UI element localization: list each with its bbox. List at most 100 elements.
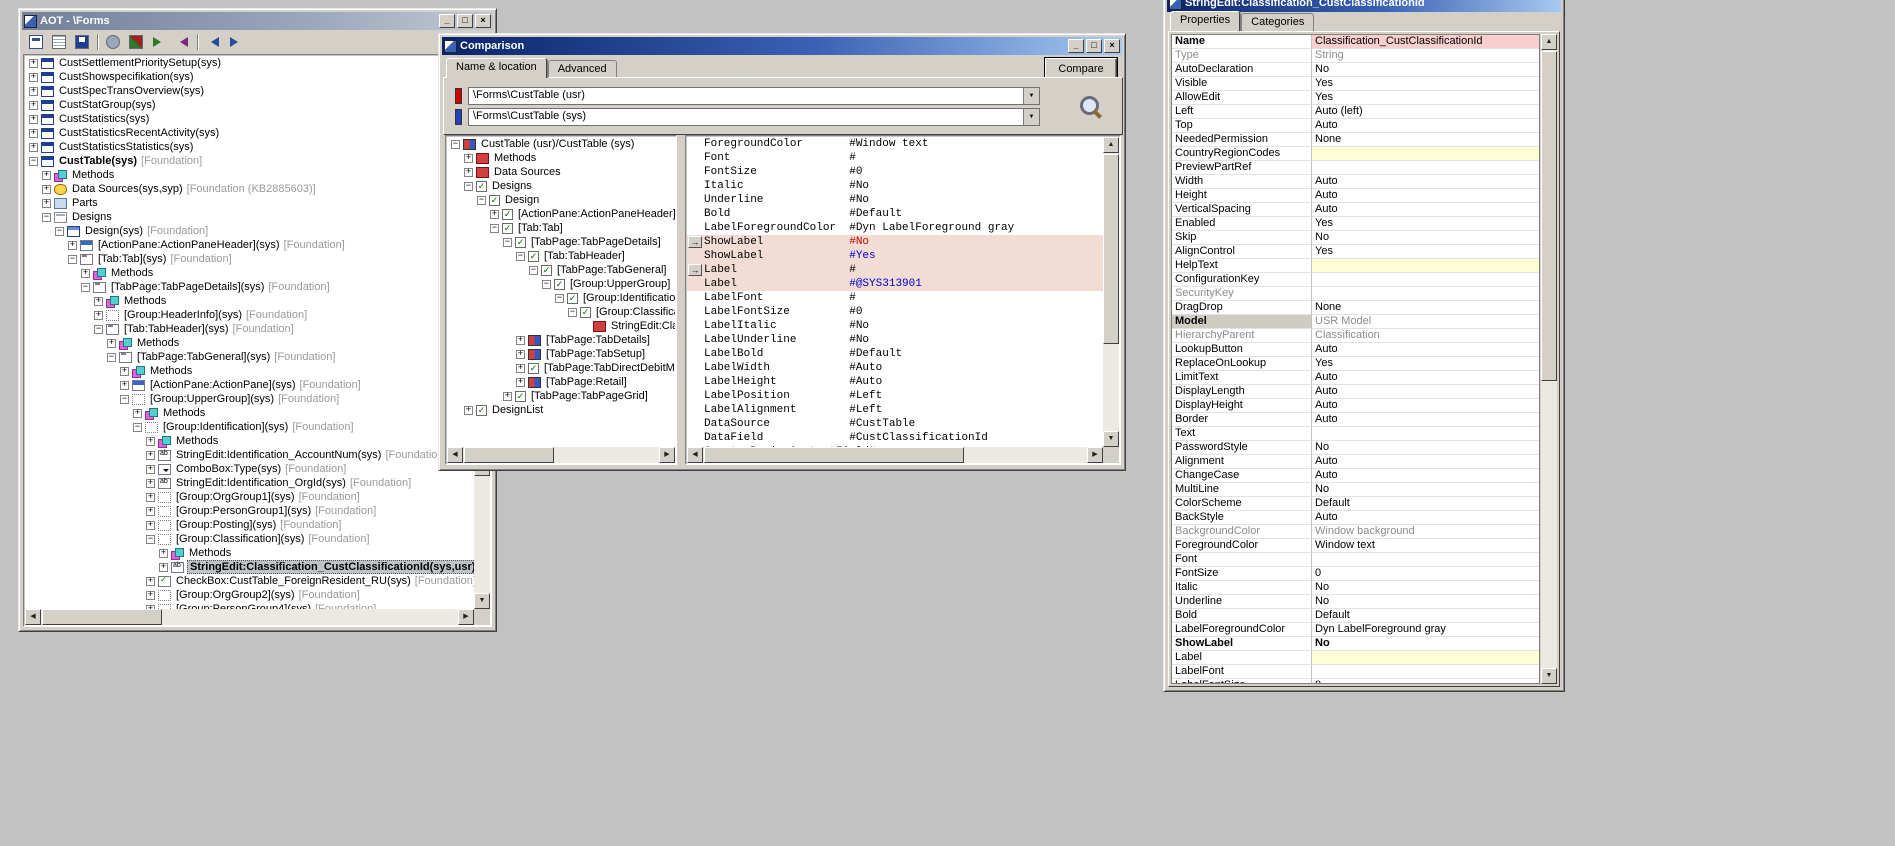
- property-row[interactable]: AlignControlYes: [1172, 245, 1539, 259]
- include-checkbox[interactable]: ✓: [541, 265, 552, 276]
- include-checkbox[interactable]: ✓: [554, 279, 565, 290]
- expander-expanded-icon[interactable]: −: [120, 395, 129, 404]
- aot-tree-row[interactable]: +[ActionPane:ActionPane](sys)[Foundation…: [25, 378, 474, 392]
- property-value[interactable]: Default: [1312, 497, 1539, 511]
- expander-collapsed-icon[interactable]: +: [516, 378, 525, 387]
- aot-tree-row[interactable]: +Methods: [25, 294, 474, 308]
- property-row[interactable]: NeededPermissionNone: [1172, 133, 1539, 147]
- comparison-tree-row[interactable]: −✓[Tab:Tab]: [447, 221, 675, 235]
- aot-tree-row[interactable]: −[TabPage:TabGeneral](sys)[Foundation]: [25, 350, 474, 364]
- expander-collapsed-icon[interactable]: +: [464, 168, 473, 177]
- comparison-tree-row[interactable]: StringEdit:Cla: [447, 319, 675, 333]
- minimize-icon[interactable]: _: [439, 14, 455, 28]
- comparison-tree-row[interactable]: +✓DesignList: [447, 403, 675, 417]
- property-value[interactable]: No: [1312, 483, 1539, 497]
- tab-advanced[interactable]: Advanced: [548, 60, 617, 78]
- aot-tree-row[interactable]: −CustTable(sys)[Foundation]: [25, 154, 474, 168]
- include-checkbox[interactable]: ✓: [502, 223, 513, 234]
- magnifier-icon[interactable]: [1078, 94, 1106, 122]
- expander-expanded-icon[interactable]: −: [55, 227, 64, 236]
- aot-tree-row[interactable]: +CustShowspecifikation(sys): [25, 70, 474, 84]
- property-value[interactable]: USR Model: [1312, 315, 1539, 329]
- expander-expanded-icon[interactable]: −: [555, 294, 564, 303]
- property-row[interactable]: ItalicNo: [1172, 581, 1539, 595]
- include-checkbox[interactable]: ✓: [489, 195, 500, 206]
- expander-collapsed-icon[interactable]: +: [159, 563, 168, 572]
- expander-expanded-icon[interactable]: −: [107, 353, 116, 362]
- aot-tree-row[interactable]: +Data Sources(sys,syp)[Foundation (KB288…: [25, 182, 474, 196]
- property-value[interactable]: No: [1312, 581, 1539, 595]
- property-value[interactable]: Auto: [1312, 511, 1539, 525]
- comparison-tree-row[interactable]: +[TabPage:TabDetails]: [447, 333, 675, 347]
- property-row[interactable]: NameClassification_CustClassificationId: [1172, 35, 1539, 49]
- property-row[interactable]: AlignmentAuto: [1172, 455, 1539, 469]
- comparison-tree-row[interactable]: −✓Design: [447, 193, 675, 207]
- include-checkbox[interactable]: ✓: [476, 405, 487, 416]
- property-row[interactable]: BorderAuto: [1172, 413, 1539, 427]
- dropdown-icon[interactable]: ▼: [1023, 88, 1039, 104]
- property-row[interactable]: VerticalSpacingAuto: [1172, 203, 1539, 217]
- include-checkbox[interactable]: ✓: [528, 363, 539, 374]
- expander-expanded-icon[interactable]: −: [81, 283, 90, 292]
- tab-properties[interactable]: Properties: [1170, 11, 1240, 31]
- comparison-tree-row[interactable]: +Methods: [447, 151, 675, 165]
- comparison-tree-row[interactable]: −✓[Group:Classifica: [447, 305, 675, 319]
- expander-collapsed-icon[interactable]: +: [68, 241, 77, 250]
- property-row[interactable]: SecurityKey: [1172, 287, 1539, 301]
- property-value[interactable]: No: [1312, 595, 1539, 609]
- include-checkbox[interactable]: ✓: [580, 307, 591, 318]
- property-value[interactable]: Window background: [1312, 525, 1539, 539]
- comparison-tree-row[interactable]: −CustTable (usr)/CustTable (sys): [447, 137, 675, 151]
- expander-collapsed-icon[interactable]: +: [146, 437, 155, 446]
- property-value[interactable]: [1312, 147, 1539, 161]
- property-value[interactable]: Auto: [1312, 455, 1539, 469]
- property-row[interactable]: DragDropNone: [1172, 301, 1539, 315]
- aot-tree-row[interactable]: −Design(sys)[Foundation]: [25, 224, 474, 238]
- property-value[interactable]: No: [1312, 63, 1539, 77]
- property-row[interactable]: VisibleYes: [1172, 77, 1539, 91]
- property-row[interactable]: LabelFontSize0: [1172, 679, 1539, 684]
- property-value[interactable]: Classification_CustClassificationId: [1312, 35, 1539, 49]
- expander-collapsed-icon[interactable]: +: [120, 381, 129, 390]
- comparison-tree-row[interactable]: −✓[TabPage:TabPageDetails]: [447, 235, 675, 249]
- property-value[interactable]: [1312, 161, 1539, 175]
- expander-collapsed-icon[interactable]: +: [120, 367, 129, 376]
- property-value[interactable]: String: [1312, 49, 1539, 63]
- aot-tree-row[interactable]: +CustStatistics(sys): [25, 112, 474, 126]
- save-icon[interactable]: [72, 33, 92, 52]
- include-checkbox[interactable]: ✓: [502, 209, 513, 220]
- expander-collapsed-icon[interactable]: +: [94, 297, 103, 306]
- expander-collapsed-icon[interactable]: +: [516, 364, 525, 373]
- apply-change-arrow-button[interactable]: →: [688, 236, 702, 248]
- aot-tree-row[interactable]: +CustStatGroup(sys): [25, 98, 474, 112]
- property-row[interactable]: DisplayLengthAuto: [1172, 385, 1539, 399]
- property-row[interactable]: LookupButtonAuto: [1172, 343, 1539, 357]
- expander-expanded-icon[interactable]: −: [146, 535, 155, 544]
- expander-collapsed-icon[interactable]: +: [464, 406, 473, 415]
- property-row[interactable]: AutoDeclarationNo: [1172, 63, 1539, 77]
- property-row[interactable]: TypeString: [1172, 49, 1539, 63]
- scroll-right-icon[interactable]: ▶: [659, 447, 675, 463]
- aot-titlebar[interactable]: AOT - \Forms _ □ ×: [22, 12, 493, 30]
- scrollbar-thumb[interactable]: [704, 447, 964, 463]
- expander-collapsed-icon[interactable]: +: [107, 339, 116, 348]
- aot-tree-row[interactable]: +[Group:HeaderInfo](sys)[Foundation]: [25, 308, 474, 322]
- expander-expanded-icon[interactable]: −: [542, 280, 551, 289]
- property-value[interactable]: No: [1312, 441, 1539, 455]
- expander-expanded-icon[interactable]: −: [133, 423, 142, 432]
- property-row[interactable]: TopAuto: [1172, 119, 1539, 133]
- expander-expanded-icon[interactable]: −: [503, 238, 512, 247]
- source-usr-value[interactable]: \Forms\CustTable (usr): [469, 88, 1023, 104]
- close-icon[interactable]: ×: [1104, 39, 1120, 53]
- expander-collapsed-icon[interactable]: +: [81, 269, 90, 278]
- expander-collapsed-icon[interactable]: +: [42, 171, 51, 180]
- aot-tree-row[interactable]: +Methods: [25, 546, 474, 560]
- aot-tree-row[interactable]: −[TabPage:TabPageDetails](sys)[Foundatio…: [25, 280, 474, 294]
- property-row[interactable]: MultiLineNo: [1172, 483, 1539, 497]
- property-row[interactable]: ShowLabelNo: [1172, 637, 1539, 651]
- expander-collapsed-icon[interactable]: +: [490, 210, 499, 219]
- property-row[interactable]: Text: [1172, 427, 1539, 441]
- comparison-tree-row[interactable]: −✓Designs: [447, 179, 675, 193]
- scroll-right-icon[interactable]: ▶: [458, 609, 474, 625]
- property-value[interactable]: [1312, 259, 1539, 273]
